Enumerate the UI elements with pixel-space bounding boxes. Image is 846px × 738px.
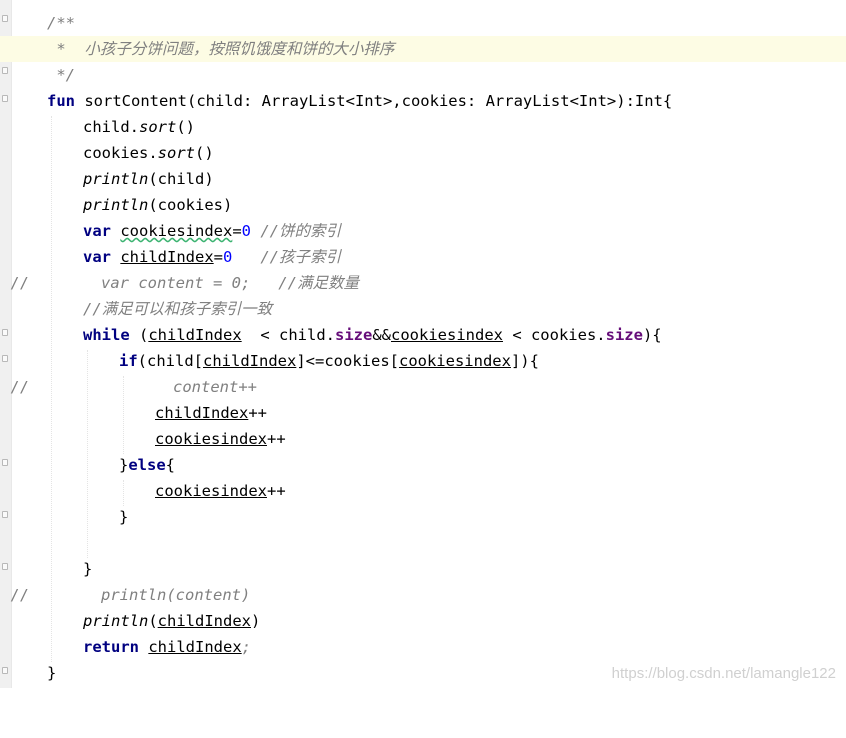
- commented-println-content: println(content): [101, 586, 251, 604]
- code-line[interactable]: childIndex++: [0, 400, 846, 426]
- statement-childindex-increment: childIndex++: [155, 404, 267, 422]
- closing-brace: }: [119, 508, 129, 526]
- comment-match-index: //满足可以和孩子索引一致: [83, 300, 273, 318]
- code-editor[interactable]: /** * 小孩子分饼问题，按照饥饿度和饼的大小排序 */ fun sortCo…: [0, 0, 846, 688]
- code-line[interactable]: //满足可以和孩子索引一致: [0, 296, 846, 322]
- code-line[interactable]: println(childIndex): [0, 608, 846, 634]
- closing-brace: }: [47, 664, 57, 682]
- doc-comment-body: * 小孩子分饼问题，按照饥饿度和饼的大小排序: [47, 40, 395, 58]
- statement-child-sort: child.sort(): [83, 118, 196, 136]
- code-line[interactable]: }: [0, 504, 846, 530]
- code-line[interactable]: var cookiesindex=0 //饼的索引: [0, 218, 846, 244]
- code-line[interactable]: cookiesindex++: [0, 478, 846, 504]
- doc-comment-close: */: [47, 66, 75, 84]
- commented-content-declaration: var content = 0; //满足数量: [101, 274, 359, 292]
- code-line-current[interactable]: * 小孩子分饼问题，按照饥饿度和饼的大小排序: [0, 36, 846, 62]
- while-statement: while (childIndex < child.size&&cookiesi…: [83, 326, 662, 344]
- statement-cookiesindex-increment: cookiesindex++: [155, 430, 286, 448]
- statement-cookies-sort: cookies.sort(): [83, 144, 214, 162]
- code-line[interactable]: if(child[childIndex]<=cookies[cookiesind…: [0, 348, 846, 374]
- code-line[interactable]: fun sortContent(child: ArrayList<Int>,co…: [0, 88, 846, 114]
- code-line[interactable]: println(child): [0, 166, 846, 192]
- code-line[interactable]: child.sort(): [0, 114, 846, 140]
- statement-var-cookiesindex: var cookiesindex=0 //饼的索引: [83, 222, 342, 240]
- line-comment-marker: //: [10, 378, 29, 396]
- code-line[interactable]: // println(content): [0, 582, 846, 608]
- code-line-empty[interactable]: [0, 530, 846, 556]
- line-comment-marker: //: [10, 586, 29, 604]
- code-line[interactable]: */: [0, 62, 846, 88]
- code-line[interactable]: cookiesindex++: [0, 426, 846, 452]
- function-signature: fun sortContent(child: ArrayList<Int>,co…: [47, 92, 673, 110]
- doc-comment-open: /**: [47, 14, 75, 32]
- code-line[interactable]: println(cookies): [0, 192, 846, 218]
- statement-println-cookies: println(cookies): [83, 196, 233, 214]
- code-line[interactable]: }: [0, 556, 846, 582]
- commented-content-increment: content++: [173, 378, 257, 396]
- closing-brace: }: [83, 560, 93, 578]
- watermark: https://blog.csdn.net/lamangle122: [611, 665, 836, 682]
- code-line[interactable]: while (childIndex < child.size&&cookiesi…: [0, 322, 846, 348]
- line-comment-marker: //: [10, 274, 29, 292]
- statement-var-childindex: var childIndex=0 //孩子索引: [83, 248, 342, 266]
- statement-println-childindex: println(childIndex): [83, 612, 261, 630]
- else-statement: }else{: [119, 456, 176, 474]
- code-line[interactable]: cookies.sort(): [0, 140, 846, 166]
- code-line[interactable]: /**: [0, 10, 846, 36]
- code-line[interactable]: }else{: [0, 452, 846, 478]
- if-statement: if(child[childIndex]<=cookies[cookiesind…: [119, 352, 539, 370]
- return-statement: return childIndex;: [83, 638, 252, 656]
- statement-println-child: println(child): [83, 170, 214, 188]
- code-line[interactable]: // content++: [0, 374, 846, 400]
- code-line[interactable]: var childIndex=0 //孩子索引: [0, 244, 846, 270]
- code-line[interactable]: return childIndex;: [0, 634, 846, 660]
- code-line[interactable]: // var content = 0; //满足数量: [0, 270, 846, 296]
- statement-cookiesindex-increment: cookiesindex++: [155, 482, 286, 500]
